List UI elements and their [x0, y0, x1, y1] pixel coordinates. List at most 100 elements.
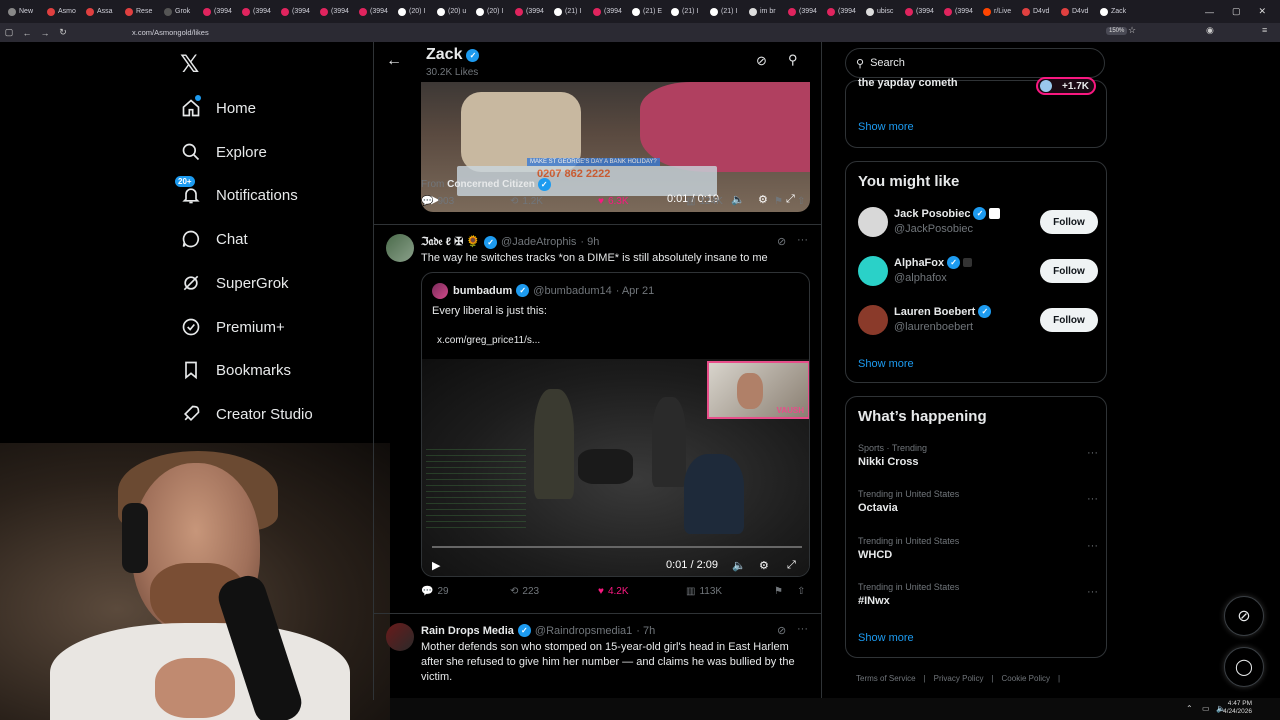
follow-suggestion[interactable]: AlphaFox ✓ @alphafox Follow	[858, 254, 1098, 290]
trend-item[interactable]: Trending in United States WHCD ···	[858, 536, 1098, 572]
settings-icon[interactable]: ⚙	[759, 559, 769, 572]
post1-video[interactable]: MAKE ST GEORGE'S DAY A BANK HOLIDAY? 020…	[421, 82, 810, 212]
browser-tab[interactable]: Zack	[1096, 2, 1134, 21]
engagement-pill[interactable]: +1.7K	[1036, 77, 1096, 95]
like-button[interactable]: ♥ 4.2K	[598, 586, 629, 597]
nav-explore[interactable]: Explore	[180, 141, 267, 163]
forward-icon[interactable]: →	[36, 28, 54, 38]
more-icon[interactable]: ···	[1087, 586, 1098, 598]
more-icon[interactable]: ···	[797, 234, 808, 246]
star-icon[interactable]: ☆	[1128, 25, 1136, 36]
browser-tab[interactable]: im br	[745, 2, 783, 21]
quote-link[interactable]: x.com/greg_price11/s...	[437, 335, 540, 346]
browser-tab[interactable]: New	[4, 2, 42, 21]
nav-supergrok[interactable]: SuperGrok	[180, 272, 289, 294]
fullscreen-icon[interactable]: ⤢	[786, 193, 795, 206]
browser-tab[interactable]: (20) I	[472, 2, 510, 21]
browser-tab[interactable]: (20) u	[433, 2, 471, 21]
trend-item[interactable]: Trending in United States Octavia ···	[858, 489, 1098, 525]
footer-link-privacy[interactable]: Privacy Policy	[934, 674, 984, 683]
menu-icon[interactable]: ≡	[1262, 25, 1267, 35]
show-more-link[interactable]: Show more	[858, 358, 914, 370]
more-icon[interactable]: ···	[1087, 540, 1098, 552]
network-icon[interactable]: ▭	[1202, 704, 1210, 713]
reload-icon[interactable]: ↻	[54, 27, 72, 38]
bookmark-button[interactable]: ⚑	[774, 196, 783, 207]
post-time[interactable]: · 9h	[580, 236, 599, 248]
play-icon[interactable]: ▶	[432, 559, 440, 572]
browser-tab[interactable]: (3994	[823, 2, 861, 21]
chat-fab[interactable]: ◯	[1224, 647, 1264, 687]
browser-tab[interactable]: Asmo	[43, 2, 81, 21]
nav-bookmarks[interactable]: Bookmarks	[180, 359, 291, 381]
grok-icon[interactable]: ⊘	[756, 53, 767, 69]
grok-fab[interactable]: ⊘	[1224, 596, 1264, 636]
browser-tab[interactable]: (21) I	[667, 2, 705, 21]
source-name[interactable]: Concerned Citizen	[447, 179, 535, 190]
trend-item[interactable]: Trending in United States #INwx ···	[858, 582, 1098, 618]
browser-tab[interactable]: D4vd	[1018, 2, 1056, 21]
browser-tab[interactable]: (21) E	[628, 2, 666, 21]
avatar[interactable]	[858, 305, 888, 335]
browser-tab[interactable]: (3994	[199, 2, 237, 21]
avatar[interactable]	[858, 256, 888, 286]
reply-button[interactable]: 💬 903	[421, 196, 454, 207]
more-icon[interactable]: ···	[1087, 447, 1098, 459]
settings-icon[interactable]: ⚙	[758, 193, 768, 206]
quote-video[interactable]: VAUSH ▶ 0:01 / 2:09 🔈 ⚙ ⤢	[422, 359, 809, 576]
show-more-link[interactable]: Show more	[858, 121, 914, 133]
grok-icon[interactable]: ⊘	[777, 235, 786, 248]
trend-item[interactable]: Sports · Trending Nikki Cross ···	[858, 443, 1098, 479]
browser-tab[interactable]: (3994	[277, 2, 315, 21]
tray-chevron-icon[interactable]: ⌃	[1186, 704, 1193, 713]
browser-tab[interactable]: (3994	[238, 2, 276, 21]
follow-button[interactable]: Follow	[1040, 259, 1098, 283]
follow-button[interactable]: Follow	[1040, 210, 1098, 234]
share-button[interactable]: ⇧	[797, 586, 805, 597]
repost-button[interactable]: ⟲ 223	[510, 586, 539, 597]
nav-creator-studio[interactable]: Creator Studio	[180, 403, 313, 425]
grok-icon[interactable]: ⊘	[777, 624, 786, 637]
post-time[interactable]: · 7h	[636, 625, 655, 637]
minimize-icon[interactable]: —	[1205, 7, 1214, 17]
account-icon[interactable]: ◉	[1206, 25, 1214, 36]
footer-link-terms[interactable]: Terms of Service	[856, 674, 916, 683]
browser-tab[interactable]: Rese	[121, 2, 159, 21]
browser-tab[interactable]: (3994	[316, 2, 354, 21]
avatar[interactable]	[858, 207, 888, 237]
url-text[interactable]: x.com/Asmongold/likes	[132, 28, 209, 37]
nav-premium[interactable]: Premium+	[180, 316, 285, 338]
follow-suggestion[interactable]: Jack Posobiec ✓ @JackPosobiec Follow	[858, 205, 1098, 241]
more-icon[interactable]: ···	[1087, 493, 1098, 505]
browser-tab[interactable]: (3994	[784, 2, 822, 21]
quoted-post[interactable]: bumbadum ✓ @bumbadum14 · Apr 21 Every li…	[421, 272, 810, 577]
author-handle[interactable]: @Raindropsmedia1	[535, 625, 632, 637]
back-arrow-icon[interactable]: ←	[386, 52, 402, 70]
browser-tab[interactable]: (3994	[511, 2, 549, 21]
browser-tab[interactable]: (3994	[940, 2, 978, 21]
follow-button[interactable]: Follow	[1040, 308, 1098, 332]
more-icon[interactable]: ···	[797, 623, 808, 635]
browser-tab[interactable]: Grok	[160, 2, 198, 21]
volume-icon[interactable]: 🔈	[731, 193, 745, 206]
avatar[interactable]	[386, 623, 414, 651]
zoom-level[interactable]: 150%	[1106, 27, 1128, 35]
browser-tab[interactable]: D4vd	[1057, 2, 1095, 21]
nav-chat[interactable]: Chat	[180, 228, 248, 250]
nav-home[interactable]: Home	[180, 95, 256, 119]
search-icon[interactable]: ⚲	[788, 52, 798, 68]
views-button[interactable]: ▥ 113K	[686, 586, 722, 597]
browser-tab[interactable]: (3994	[901, 2, 939, 21]
browser-tab[interactable]: (3994	[589, 2, 627, 21]
browser-tab[interactable]: r/Live	[979, 2, 1017, 21]
nav-notifications[interactable]: 20+ Notifications	[175, 176, 298, 206]
repost-button[interactable]: ⟲ 1.2K	[510, 196, 543, 207]
author-name[interactable]: Rain Drops Media	[421, 625, 514, 637]
bookmark-button[interactable]: ⚑	[774, 586, 783, 597]
author-name[interactable]: ℑ𝔞𝔡𝔢 ℓ ✠ 🌻	[421, 235, 480, 249]
system-clock[interactable]: 4:47 PM 4/24/2026	[1223, 700, 1252, 716]
x-logo-icon[interactable]: 𝕏	[180, 50, 199, 78]
show-more-link[interactable]: Show more	[858, 632, 914, 644]
maximize-icon[interactable]: ▢	[1232, 6, 1241, 17]
browser-tab[interactable]: ubisc	[862, 2, 900, 21]
